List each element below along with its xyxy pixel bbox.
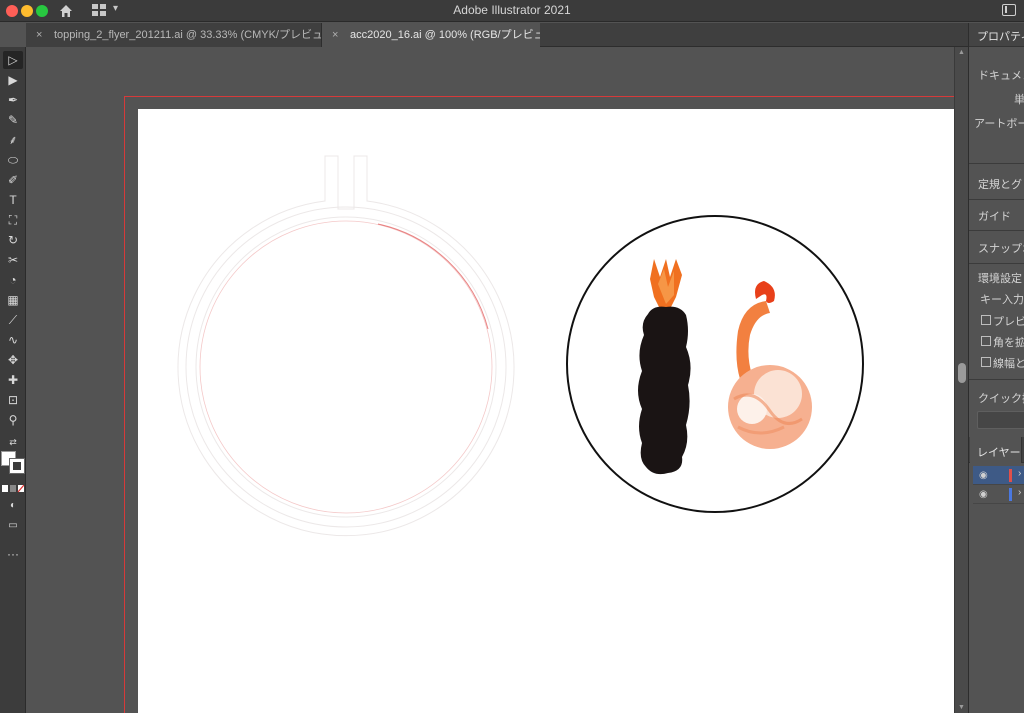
blend-tool-icon[interactable]: ∿ — [3, 331, 23, 349]
frame-inner-ring — [195, 216, 497, 518]
selection-tool-icon[interactable]: ▷ — [3, 51, 23, 69]
close-window-button[interactable] — [6, 5, 18, 17]
ellipse-tool-icon[interactable]: ⬭ — [3, 151, 23, 169]
scroll-down-icon[interactable]: ▼ — [958, 704, 965, 711]
zoom-tool-icon[interactable]: ⚲ — [3, 411, 23, 429]
chevron-right-icon[interactable]: › — [1018, 468, 1021, 479]
rotate-tool-icon[interactable]: ↻ — [3, 231, 23, 249]
preview-checkbox-label: プレビ — [993, 316, 1024, 328]
direct-selection-tool-icon[interactable]: ▶ — [3, 71, 23, 89]
symbol-sprayer-tool-icon[interactable]: ✥ — [3, 351, 23, 369]
artwork — [177, 155, 864, 537]
document-tab-topping-flyer[interactable]: × topping_2_flyer_201211.ai @ 33.33% (CMY… — [26, 23, 322, 47]
app-title: Adobe Illustrator 2021 — [453, 3, 571, 17]
artboard-label: アートボー — [974, 118, 1024, 130]
quick-actions-field[interactable] — [977, 411, 1024, 429]
frame-outer-ring — [177, 155, 515, 537]
panel-toggle-icon[interactable] — [1002, 4, 1016, 16]
scale-strokes-checkbox[interactable] — [981, 357, 991, 367]
swap-fill-stroke-icon[interactable]: ⇄ — [3, 433, 23, 451]
divider — [969, 379, 1024, 380]
title-bar: ▾ Adobe Illustrator 2021 — [0, 0, 1024, 22]
curvature-tool-icon[interactable]: ✎ — [3, 111, 23, 129]
layer-row[interactable]: ◉ › — [973, 466, 1024, 485]
document-tab-bar: × topping_2_flyer_201211.ai @ 33.33% (CMY… — [26, 23, 968, 47]
screen-mode-icon[interactable]: ▭ — [3, 517, 23, 535]
layers-tab-label: レイヤー — [977, 447, 1021, 459]
layer-color-swatch — [1009, 469, 1012, 482]
zoom-window-button[interactable] — [36, 5, 48, 17]
rulers-grid-label: 定規とグリ — [978, 179, 1024, 191]
fill-stroke-swatches[interactable] — [1, 451, 27, 481]
minimize-window-button[interactable] — [21, 5, 33, 17]
layer-color-swatch — [1009, 488, 1012, 501]
document-section-label: ドキュメン — [978, 70, 1024, 82]
preferences-label: 環境設定 — [978, 273, 1022, 285]
close-tab-icon[interactable]: × — [36, 23, 46, 47]
draw-mode-icon[interactable]: ◐ — [3, 497, 23, 515]
tools-panel: ▷ ▶ ✒ ✎ ⸙ ⬭ ✐ T ⛶ ↻ ✂ ◔ ▦ ⟋ ∿ ✥ ✚ ⊡ ⚲ ⇄ … — [0, 47, 26, 713]
divider — [969, 199, 1024, 200]
shrimp-body-center — [737, 394, 767, 424]
tab-label: acc2020_16.ai @ 100% (RGB/プレビュー) — [350, 29, 540, 41]
properties-panel: プロパティ ドキュメン 単 アートボー 定規とグリ ガイド スナップオ 環境設定… — [968, 23, 1024, 713]
close-tab-icon[interactable]: × — [332, 23, 342, 47]
tab-label: topping_2_flyer_201211.ai @ 33.33% (CMYK… — [54, 29, 322, 41]
quick-actions-label: クイック操 — [978, 393, 1024, 405]
shape-builder-tool-icon[interactable]: ◔ — [3, 271, 23, 289]
key-input-label: キー入力 — [980, 294, 1024, 306]
vertical-scrollbar[interactable]: ▲ ▼ — [954, 47, 968, 713]
home-icon[interactable] — [58, 3, 74, 19]
logo-circle — [566, 215, 864, 513]
scale-corners-checkbox[interactable] — [981, 336, 991, 346]
chevron-down-icon[interactable]: ▾ — [113, 3, 118, 14]
frame-accent-arc — [377, 223, 489, 330]
frame-guide-ring — [199, 220, 493, 514]
frame-mid-ring — [185, 206, 507, 528]
chevron-right-icon[interactable]: › — [1018, 487, 1021, 498]
scroll-up-icon[interactable]: ▲ — [958, 49, 965, 56]
visibility-eye-icon[interactable]: ◉ — [979, 470, 988, 481]
eyedropper-tool-icon[interactable]: ⟋ — [3, 311, 23, 329]
paintbrush-tool-icon[interactable]: ✐ — [3, 171, 23, 189]
properties-panel-header[interactable]: プロパティ — [969, 23, 1024, 47]
scale-corners-label: 角を拡 — [993, 337, 1024, 349]
artboard-tool-icon[interactable]: ⊡ — [3, 391, 23, 409]
free-transform-tool-icon[interactable]: ⛶ — [3, 211, 23, 229]
preview-checkbox[interactable] — [981, 315, 991, 325]
visibility-eye-icon[interactable]: ◉ — [979, 489, 988, 500]
workspace-switcher-icon[interactable] — [92, 4, 106, 16]
layers-panel-header: レイヤー — [969, 437, 1024, 463]
layers-tab[interactable]: レイヤー — [970, 437, 1022, 463]
illustrator-window: ▾ Adobe Illustrator 2021 × topping_2_flye… — [0, 0, 1024, 713]
scrollbar-thumb[interactable] — [958, 363, 966, 383]
color-mode-icons[interactable] — [2, 485, 24, 493]
gradient-tool-icon[interactable]: ▦ — [3, 291, 23, 309]
unit-label: 単 — [1014, 94, 1024, 106]
document-tab-acc2020-16[interactable]: × acc2020_16.ai @ 100% (RGB/プレビュー) — [322, 23, 540, 47]
snap-label: スナップオ — [978, 243, 1024, 255]
tempura-body — [638, 306, 691, 475]
type-tool-icon[interactable]: T — [3, 191, 23, 209]
scale-strokes-label: 線幅と — [993, 358, 1024, 370]
divider — [969, 263, 1024, 264]
stroke-swatch[interactable] — [9, 458, 25, 474]
puppet-warp-tool-icon[interactable]: ✚ — [3, 371, 23, 389]
layer-row[interactable]: ◉ › — [973, 485, 1024, 504]
more-tools-button[interactable]: ··· — [3, 545, 23, 563]
pen-tool-icon[interactable]: ✒ — [3, 91, 23, 109]
canvas-area[interactable] — [26, 47, 954, 713]
brush-tool-icon[interactable]: ⸙ — [3, 131, 23, 149]
divider — [969, 163, 1024, 164]
artboard[interactable] — [138, 109, 954, 713]
divider — [969, 230, 1024, 231]
scissors-tool-icon[interactable]: ✂ — [3, 251, 23, 269]
guides-label: ガイド — [978, 211, 1011, 223]
properties-tab[interactable]: プロパティ — [977, 28, 1024, 44]
